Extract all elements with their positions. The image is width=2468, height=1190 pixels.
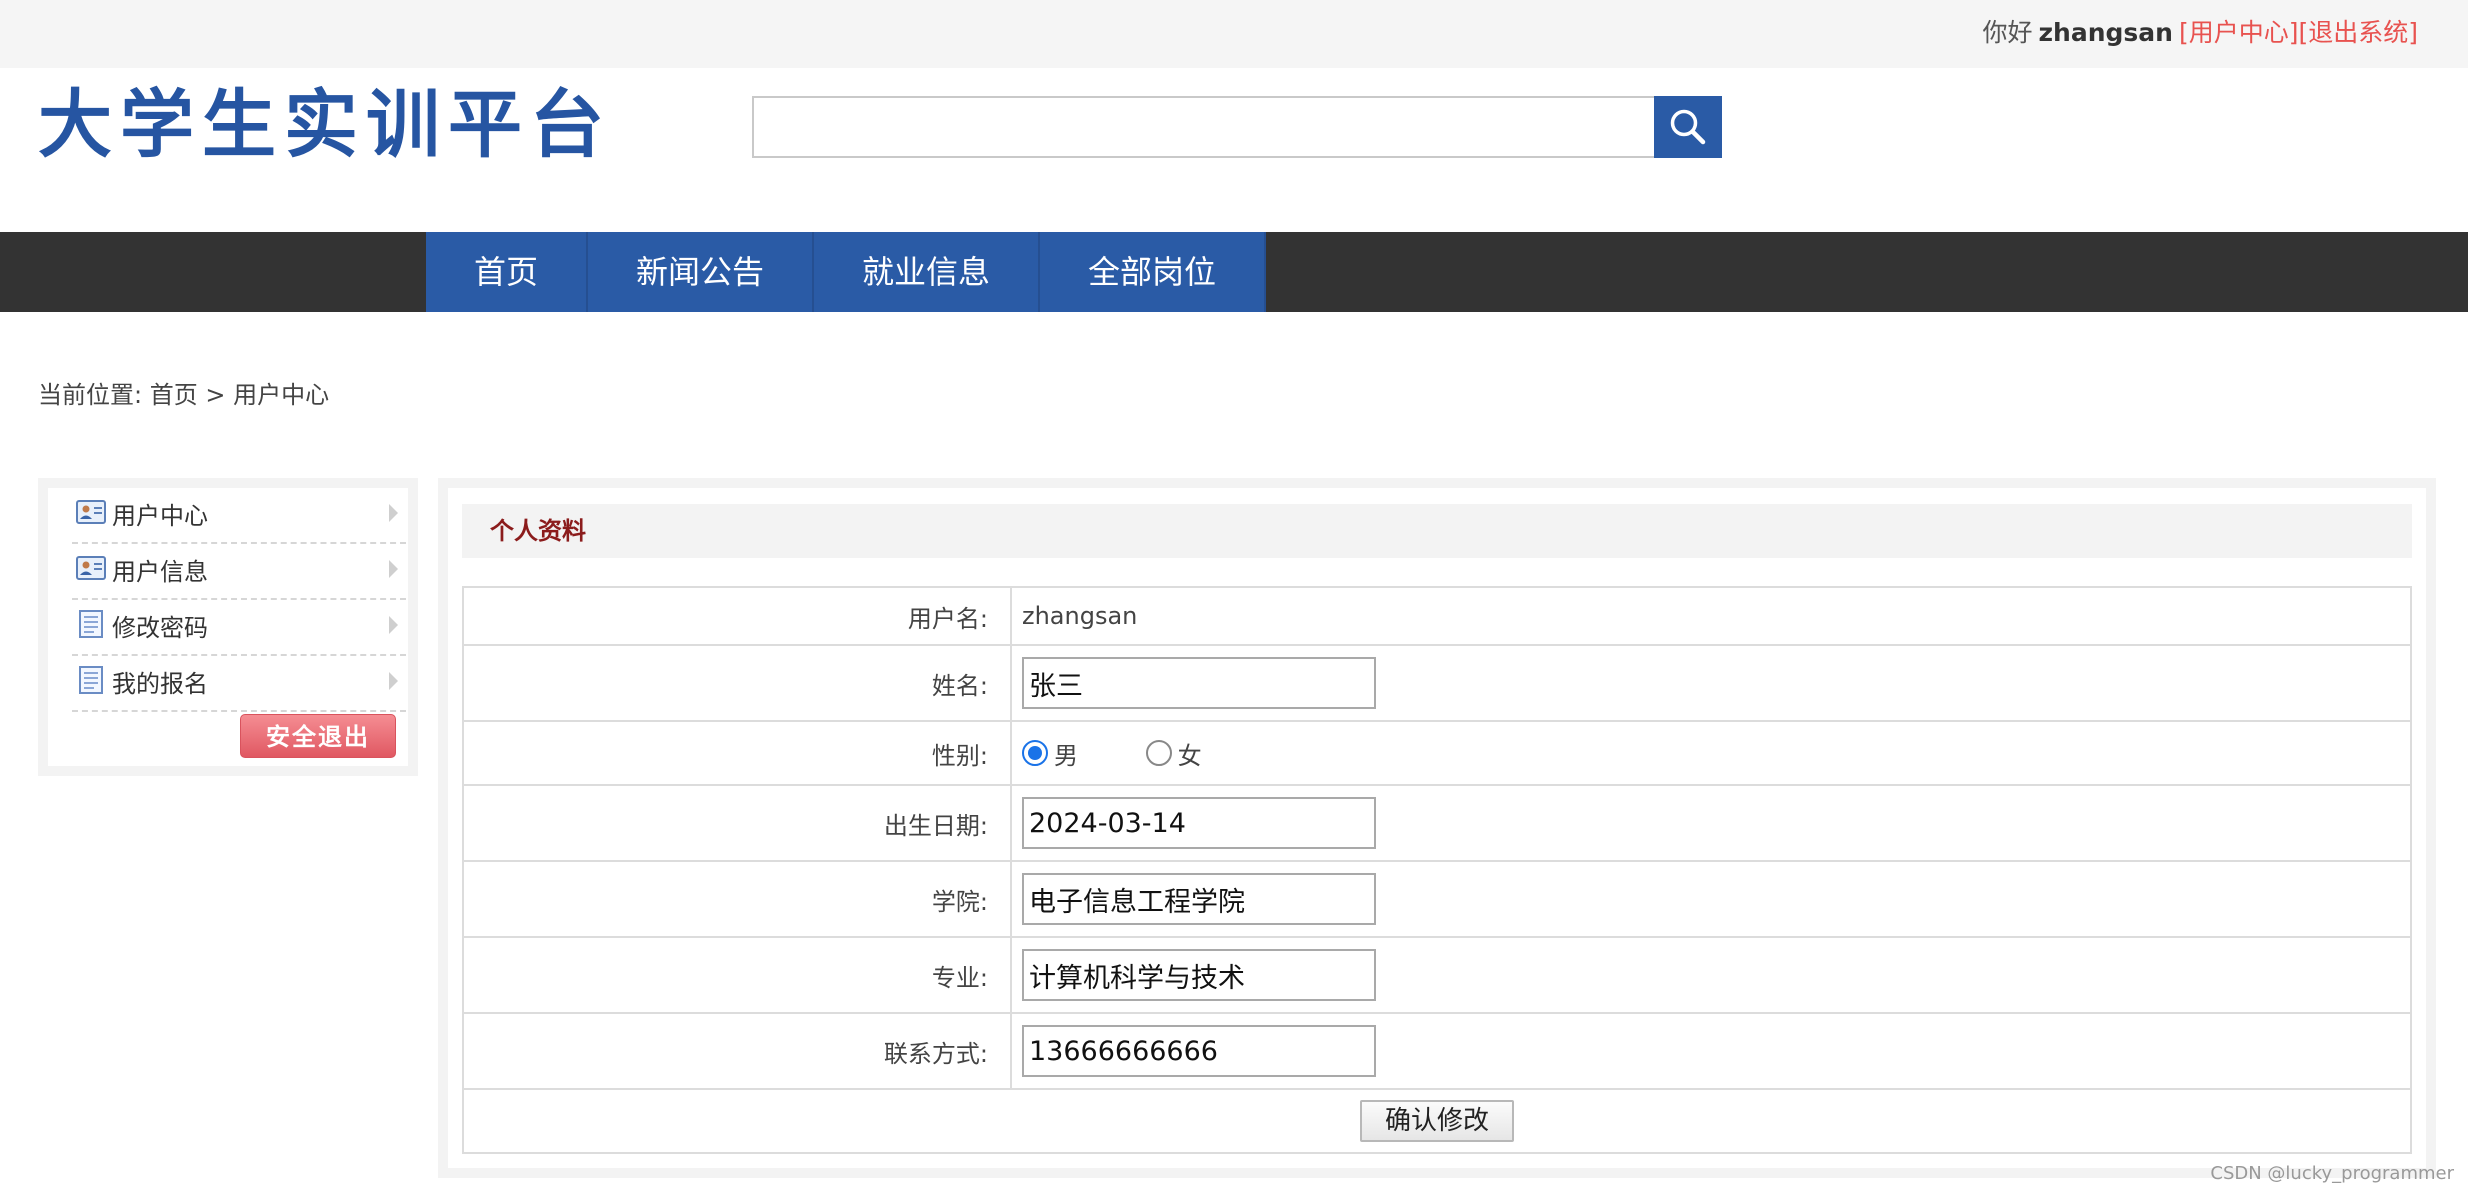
table-row: 确认修改	[462, 1088, 2412, 1154]
user-status: 你好 zhangsan [用户中心][退出系统]	[1982, 16, 2418, 50]
sidebar: 用户中心 用户信息 修改密码 我的报名 安全退出	[38, 478, 418, 776]
major-field[interactable]	[1022, 949, 1376, 1001]
table-row: 联系方式:	[462, 1012, 2412, 1090]
section-title: 个人资料	[490, 517, 586, 545]
section-header: 个人资料	[462, 504, 2412, 558]
contact-cell	[1010, 1012, 2412, 1090]
chevron-right-icon	[389, 504, 398, 522]
college-field[interactable]	[1022, 873, 1376, 925]
submit-cell: 确认修改	[462, 1088, 2412, 1154]
username-text: zhangsan	[2038, 18, 2173, 47]
sidebar-item-label: 用户中心	[112, 502, 208, 530]
user-card-icon	[76, 556, 106, 580]
sidebar-item-my-registration[interactable]: 我的报名	[72, 656, 406, 712]
nav-employment[interactable]: 就业信息	[814, 232, 1040, 312]
watermark: CSDN @lucky_programmer	[2210, 1163, 2454, 1184]
breadcrumb-home-link[interactable]: 首页	[150, 381, 198, 409]
gender-cell: 男 女	[1010, 720, 2412, 786]
user-card-icon	[76, 500, 106, 524]
main-nav: 首页 新闻公告 就业信息 全部岗位	[0, 232, 2468, 312]
college-label: 学院:	[462, 860, 1012, 938]
gender-option-male[interactable]: 男	[1022, 736, 1078, 771]
sidebar-item-user-info[interactable]: 用户信息	[72, 544, 406, 600]
table-row: 出生日期:	[462, 784, 2412, 862]
confirm-modify-button[interactable]: 确认修改	[1360, 1100, 1514, 1142]
document-icon	[79, 610, 103, 638]
site-logo[interactable]: 大学生实训平台	[38, 80, 612, 170]
chevron-right-icon	[389, 616, 398, 634]
breadcrumb-prefix: 当前位置:	[38, 381, 143, 409]
sidebar-menu: 用户中心 用户信息 修改密码 我的报名 安全退出	[48, 488, 408, 766]
table-row: 用户名: zhangsan	[462, 586, 2412, 646]
gender-option-female[interactable]: 女	[1145, 736, 1202, 771]
search-button[interactable]	[1654, 96, 1722, 158]
username-label: 用户名:	[462, 586, 1012, 646]
profile-panel: 个人资料 用户名: zhangsan 姓名: 性别: 男	[438, 478, 2436, 1178]
profile-form: 用户名: zhangsan 姓名: 性别: 男 女	[462, 586, 2412, 1154]
sidebar-item-label: 修改密码	[112, 614, 208, 642]
greeting-text: 你好	[1982, 18, 2033, 47]
gender-male-radio[interactable]	[1022, 740, 1048, 766]
nav-all-jobs[interactable]: 全部岗位	[1040, 232, 1266, 312]
chevron-right-icon	[389, 672, 398, 690]
document-icon	[79, 666, 103, 694]
gender-male-label: 男	[1054, 741, 1078, 770]
search-input[interactable]	[752, 96, 1656, 158]
nav-news[interactable]: 新闻公告	[588, 232, 814, 312]
birth-date-field[interactable]	[1022, 797, 1376, 849]
table-row: 学院:	[462, 860, 2412, 938]
gender-female-label: 女	[1177, 741, 1202, 770]
birth-date-label: 出生日期:	[462, 784, 1012, 862]
breadcrumb-current: 用户中心	[233, 381, 330, 409]
sidebar-item-change-password[interactable]: 修改密码	[72, 600, 406, 656]
gender-female-radio[interactable]	[1145, 740, 1172, 766]
name-field[interactable]	[1022, 657, 1376, 709]
username-value: zhangsan	[1010, 586, 2412, 646]
major-cell	[1010, 936, 2412, 1014]
user-center-link[interactable]: [用户中心]	[2179, 18, 2299, 47]
top-bar: 你好 zhangsan [用户中心][退出系统]	[0, 0, 2468, 68]
chevron-right-icon	[389, 560, 398, 578]
contact-field[interactable]	[1022, 1025, 1376, 1077]
table-row: 性别: 男 女	[462, 720, 2412, 786]
sidebar-item-user-center[interactable]: 用户中心	[72, 488, 406, 544]
sidebar-item-label: 我的报名	[112, 670, 208, 698]
name-label: 姓名:	[462, 644, 1012, 722]
nav-home[interactable]: 首页	[426, 232, 588, 312]
logout-system-link[interactable]: [退出系统]	[2298, 18, 2418, 47]
breadcrumb-separator: >	[205, 381, 226, 409]
college-cell	[1010, 860, 2412, 938]
search-icon	[1670, 109, 1706, 145]
birth-date-cell	[1010, 784, 2412, 862]
safe-logout-button[interactable]: 安全退出	[240, 714, 396, 758]
table-row: 姓名:	[462, 644, 2412, 722]
sidebar-item-label: 用户信息	[112, 558, 208, 586]
table-row: 专业:	[462, 936, 2412, 1014]
gender-label: 性别:	[462, 720, 1012, 786]
name-cell	[1010, 644, 2412, 722]
major-label: 专业:	[462, 936, 1012, 1014]
profile-panel-body: 个人资料 用户名: zhangsan 姓名: 性别: 男	[448, 488, 2426, 1168]
contact-label: 联系方式:	[462, 1012, 1012, 1090]
breadcrumb: 当前位置: 首页 > 用户中心	[38, 378, 329, 412]
